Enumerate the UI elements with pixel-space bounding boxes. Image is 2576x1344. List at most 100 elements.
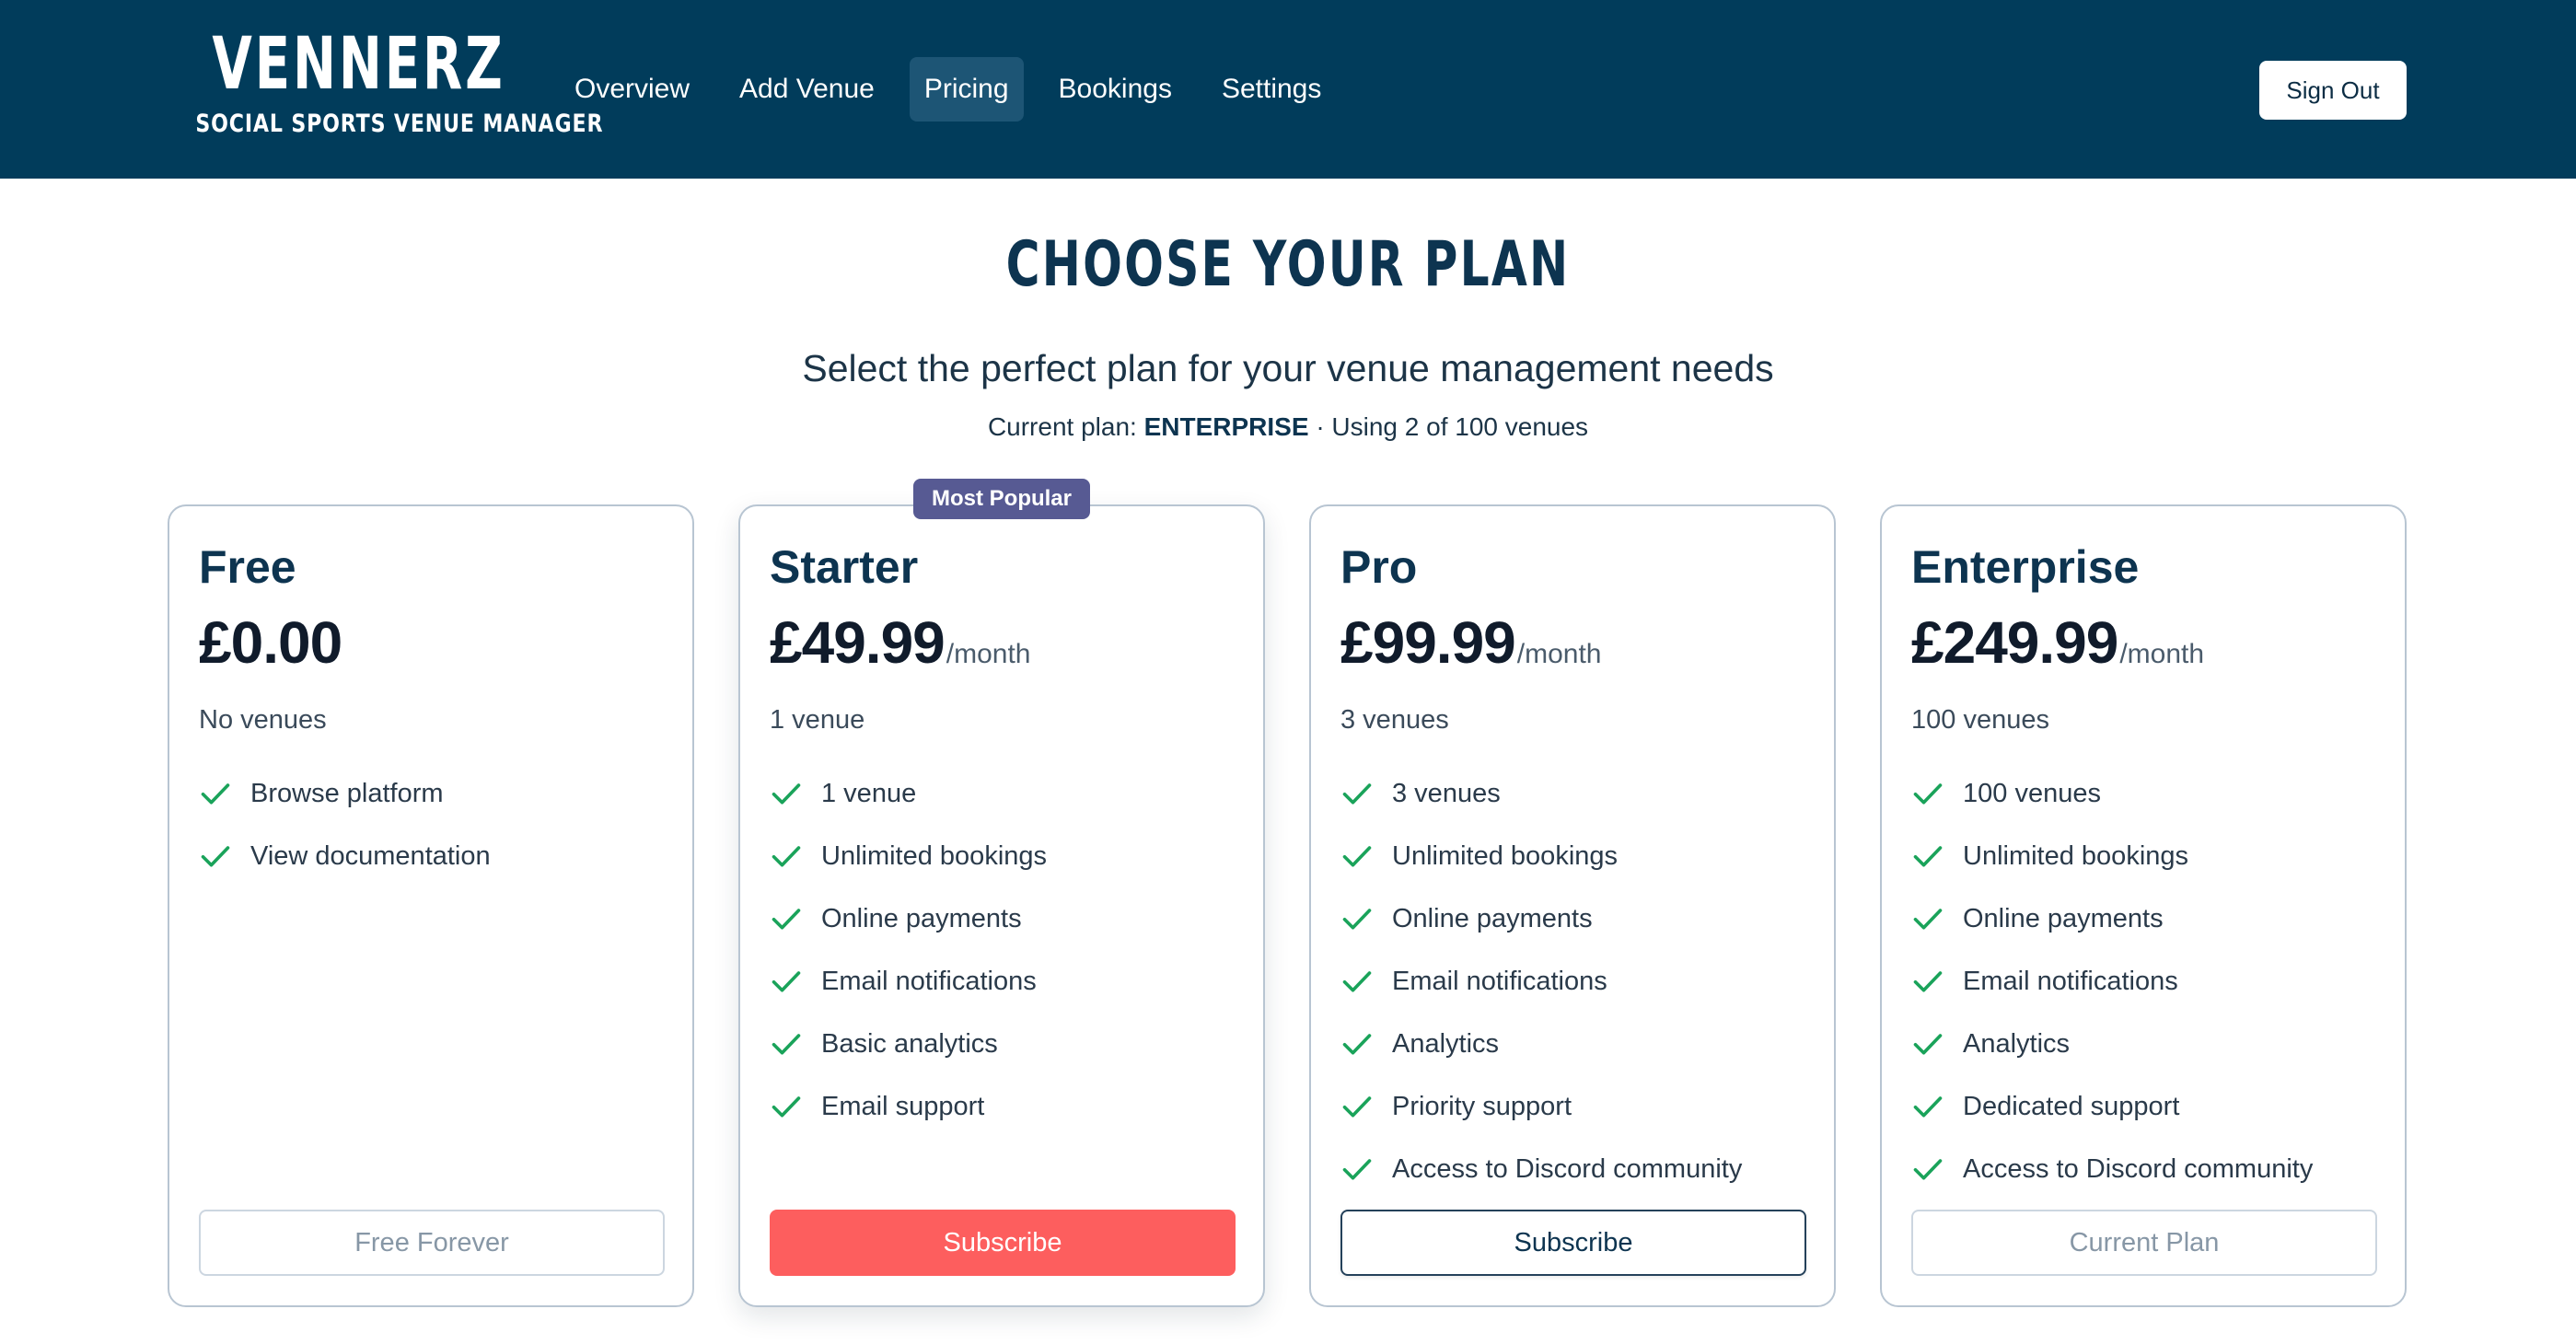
plan-period: /month — [1516, 639, 1602, 669]
feature-item: Unlimited bookings — [770, 825, 1047, 887]
feature-item: Unlimited bookings — [1911, 825, 2313, 887]
feature-item: Email notifications — [1911, 950, 2313, 1013]
check-icon — [1913, 1096, 1943, 1118]
plan-period: /month — [2119, 639, 2205, 669]
subscribe-starter-button[interactable]: Subscribe — [770, 1210, 1236, 1276]
plan-card-enterprise: Enterprise £249.99 /month 100 venues 100… — [1880, 504, 2407, 1307]
feature-label: Email notifications — [821, 967, 1037, 996]
brand-logo[interactable]: VENNERZ SOCIAL SPORTS VENUE MANAGER — [166, 22, 604, 140]
feature-item: Analytics — [1911, 1013, 2313, 1075]
check-icon — [1342, 846, 1372, 867]
feature-item: 100 venues — [1911, 762, 2313, 825]
plan-venue-summary: 1 venue — [770, 705, 865, 735]
check-icon — [201, 846, 230, 867]
most-popular-badge: Most Popular — [912, 479, 1091, 519]
sign-out-button[interactable]: Sign Out — [2259, 61, 2407, 120]
feature-label: Email notifications — [1392, 967, 1607, 996]
feature-label: View documentation — [250, 841, 491, 871]
feature-list: 3 venues Unlimited bookings Online payment… — [1340, 762, 1742, 1200]
plan-price: £49.99 — [770, 609, 946, 676]
feature-list: Browse platform View documentation — [199, 762, 491, 887]
subscribe-pro-button[interactable]: Subscribe — [1340, 1210, 1806, 1276]
check-icon — [1342, 971, 1372, 992]
feature-label: Unlimited bookings — [821, 841, 1048, 871]
check-icon — [1342, 1159, 1372, 1180]
feature-label: Dedicated support — [1963, 1092, 2180, 1121]
feature-label: Online payments — [821, 904, 1022, 933]
feature-item: Unlimited bookings — [1340, 825, 1742, 887]
feature-item: Email notifications — [770, 950, 1047, 1013]
plan-price-row: £249.99 /month — [1911, 606, 2204, 679]
check-icon — [201, 783, 230, 805]
check-icon — [772, 909, 801, 930]
feature-label: Access to Discord community — [1392, 1154, 1743, 1184]
plan-price: £99.99 — [1340, 609, 1516, 676]
page-subtitle: Select the perfect plan for your venue m… — [802, 347, 1774, 389]
feature-item: Email support — [770, 1075, 1047, 1138]
feature-label: 3 venues — [1392, 779, 1501, 808]
plan-name: Enterprise — [1911, 541, 2140, 593]
plan-price: £0.00 — [199, 609, 342, 676]
current-plan-status: Current plan: ENTERPRISE · Using 2 of 10… — [0, 411, 2576, 444]
top-navigation-bar: VENNERZ SOCIAL SPORTS VENUE MANAGER Over… — [0, 0, 2576, 179]
feature-item: Dedicated support — [1911, 1075, 2313, 1138]
feature-list: 1 venue Unlimited bookings Online payments… — [770, 762, 1047, 1138]
feature-label: Email notifications — [1963, 967, 2178, 996]
nav-item-overview[interactable]: Overview — [560, 57, 704, 122]
current-plan-button[interactable]: Current Plan — [1911, 1210, 2377, 1276]
free-forever-button[interactable]: Free Forever — [199, 1210, 665, 1276]
current-plan-prefix: Current plan: — [987, 412, 1137, 441]
current-plan-usage: · Using 2 of 100 venues — [1316, 412, 1589, 441]
plan-price-row: £99.99 /month — [1340, 606, 1601, 679]
plan-name: Starter — [770, 541, 919, 593]
feature-item: Email notifications — [1340, 950, 1742, 1013]
check-icon — [1342, 1096, 1372, 1118]
plan-venue-summary: No venues — [199, 705, 327, 735]
feature-list: 100 venues Unlimited bookings Online payme… — [1911, 762, 2313, 1200]
check-icon — [772, 971, 801, 992]
feature-item: Access to Discord community — [1340, 1138, 1742, 1200]
plan-price: £249.99 — [1911, 609, 2118, 676]
feature-label: Access to Discord community — [1963, 1154, 2314, 1184]
pricing-hero: CHOOSE YOUR PLAN Select the perfect plan… — [0, 228, 2576, 444]
brand-tagline: SOCIAL SPORTS VENUE MANAGER — [195, 110, 604, 138]
nav-item-settings[interactable]: Settings — [1207, 57, 1336, 122]
check-icon — [1913, 846, 1943, 867]
feature-item: Browse platform — [199, 762, 491, 825]
check-icon — [1913, 1034, 1943, 1055]
feature-item: 1 venue — [770, 762, 1047, 825]
feature-label: Browse platform — [250, 779, 444, 808]
check-icon — [1913, 909, 1943, 930]
feature-item: Access to Discord community — [1911, 1138, 2313, 1200]
feature-item: Basic analytics — [770, 1013, 1047, 1075]
feature-label: Analytics — [1963, 1029, 2071, 1059]
main-nav: Overview Add Venue Pricing Bookings Sett… — [560, 57, 1336, 122]
plan-venue-summary: 100 venues — [1911, 705, 2049, 735]
feature-label: Unlimited bookings — [1392, 841, 1619, 871]
check-icon — [1342, 909, 1372, 930]
feature-label: Basic analytics — [821, 1029, 998, 1059]
current-plan-name: ENTERPRISE — [1143, 412, 1309, 441]
feature-item: View documentation — [199, 825, 491, 887]
feature-label: Online payments — [1963, 904, 2164, 933]
feature-label: Online payments — [1392, 904, 1593, 933]
check-icon — [772, 783, 801, 805]
check-icon — [1913, 783, 1943, 805]
plan-card-pro: Pro £99.99 /month 3 venues 3 venues Unlim… — [1309, 504, 1836, 1307]
feature-label: Priority support — [1392, 1092, 1572, 1121]
feature-item: Online payments — [1911, 887, 2313, 950]
feature-item: Online payments — [770, 887, 1047, 950]
plan-card-starter: Most Popular Starter £49.99 /month 1 ven… — [738, 479, 1265, 1307]
feature-item: Priority support — [1340, 1075, 1742, 1138]
check-icon — [1913, 1159, 1943, 1180]
feature-label: 100 venues — [1963, 779, 2101, 808]
nav-item-bookings[interactable]: Bookings — [1044, 57, 1187, 122]
feature-item: Online payments — [1340, 887, 1742, 950]
feature-item: Analytics — [1340, 1013, 1742, 1075]
nav-item-add-venue[interactable]: Add Venue — [725, 57, 889, 122]
nav-item-pricing[interactable]: Pricing — [909, 57, 1024, 122]
check-icon — [1913, 971, 1943, 992]
check-icon — [772, 846, 801, 867]
check-icon — [772, 1034, 801, 1055]
feature-item: 3 venues — [1340, 762, 1742, 825]
